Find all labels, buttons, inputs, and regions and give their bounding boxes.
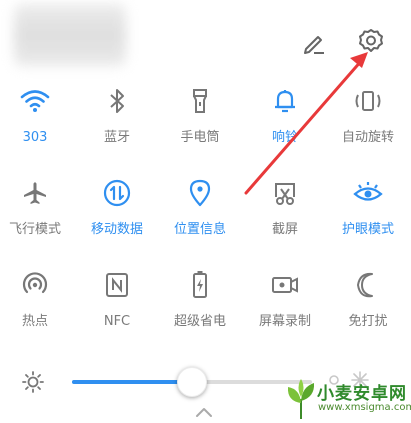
tile-ring[interactable]: 响铃: [244, 86, 326, 158]
tile-label: 位置信息: [173, 222, 226, 237]
tile-nfc[interactable]: NFC: [76, 270, 158, 342]
expand-chevron-icon[interactable]: [194, 406, 214, 418]
brightness-slider-thumb[interactable]: [177, 367, 207, 397]
auto-rotate-icon: [353, 86, 383, 116]
edit-button[interactable]: [299, 28, 329, 58]
tile-label: 自动旋转: [341, 130, 394, 145]
tile-screen-record[interactable]: 屏幕录制: [244, 270, 326, 342]
tile-label: 超级省电: [173, 314, 226, 329]
tile-airplane-mode[interactable]: 飞行模式: [0, 178, 76, 250]
flashlight-icon: [185, 86, 215, 116]
tile-mobile-data[interactable]: 移动数据: [76, 178, 158, 250]
location-icon: [185, 178, 215, 208]
tile-label: NFC: [103, 314, 131, 329]
screenshot-icon: [270, 178, 300, 208]
tile-label: 蓝牙: [103, 130, 130, 145]
site-watermark: 小麦安卓网 www.xmsigma.com: [284, 377, 411, 423]
battery-saver-icon: [185, 270, 215, 300]
tile-bluetooth[interactable]: 蓝牙: [76, 86, 158, 158]
tile-location[interactable]: 位置信息: [159, 178, 241, 250]
tile-screenshot[interactable]: 截屏: [244, 178, 326, 250]
watermark-url: www.xmsigma.com: [318, 402, 411, 413]
tile-label: 响铃: [271, 130, 298, 145]
tile-eye-comfort[interactable]: 护眼模式: [327, 178, 409, 250]
tile-label: 手电筒: [180, 130, 220, 145]
brightness-sun-icon: [22, 371, 44, 393]
moon-icon: [353, 270, 383, 300]
tile-label: 屏幕录制: [258, 314, 311, 329]
tile-flashlight[interactable]: 手电筒: [159, 86, 241, 158]
blurred-account-name: [14, 4, 126, 66]
quick-settings-header: [0, 0, 411, 70]
tile-do-not-disturb[interactable]: 免打扰: [327, 270, 409, 342]
tile-label: 移动数据: [90, 222, 143, 237]
nfc-icon: [102, 270, 132, 300]
settings-button[interactable]: [356, 26, 386, 56]
airplane-icon: [20, 178, 50, 208]
pencil-icon: [304, 36, 324, 54]
tile-label: 免打扰: [348, 314, 388, 329]
mobile-data-icon: [102, 178, 132, 208]
tile-label: 303: [22, 130, 48, 145]
tile-label: 热点: [21, 314, 48, 329]
gear-icon: [359, 29, 383, 52]
tile-auto-rotate[interactable]: 自动旋转: [327, 86, 409, 158]
tile-hotspot[interactable]: 热点: [0, 270, 76, 342]
brightness-level-fill: [72, 380, 192, 384]
sprout-logo: [287, 379, 315, 419]
watermark-title: 小麦安卓网: [317, 384, 407, 404]
tile-label: 飞行模式: [8, 222, 61, 237]
tile-label: 护眼模式: [341, 222, 394, 237]
tile-battery-saver[interactable]: 超级省电: [159, 270, 241, 342]
bell-icon: [270, 86, 300, 116]
hotspot-icon: [20, 270, 50, 300]
tile-wifi[interactable]: 303: [0, 86, 76, 158]
tile-label: 截屏: [271, 222, 298, 237]
wifi-icon: [20, 86, 50, 116]
eye-icon: [353, 178, 383, 208]
screen-record-icon: [270, 270, 300, 300]
bluetooth-icon: [102, 86, 132, 116]
